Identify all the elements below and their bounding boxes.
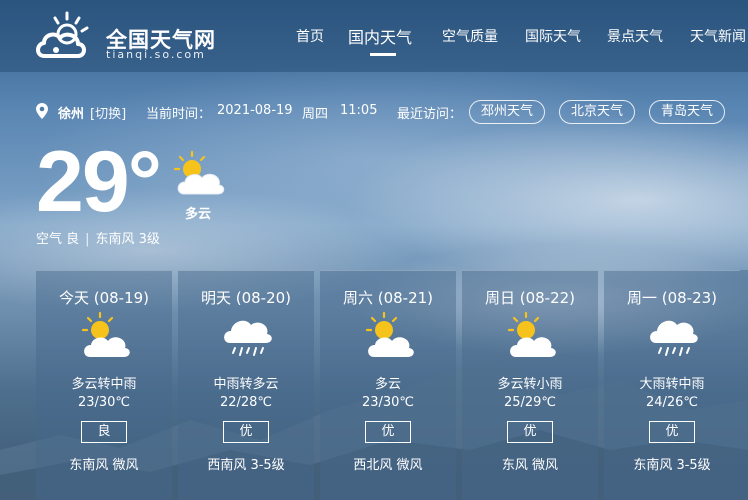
- rain-cloud-icon: [650, 320, 698, 356]
- aqi-badge: 优: [365, 421, 411, 443]
- forecast-list: 今天 (08-19) 多云转中雨 23/30℃ 良 东南风 微风 明天 (08-…: [36, 270, 748, 500]
- forecast-temperature: 23/30℃: [77, 395, 131, 410]
- recent-visit-link[interactable]: 邳州天气: [469, 100, 545, 124]
- nav-item-news[interactable]: 天气新闻: [690, 26, 746, 46]
- switch-city-link[interactable]: [切换]: [90, 103, 126, 122]
- air-quality: 空气 良: [36, 232, 80, 247]
- forecast-condition: 中雨转多云: [213, 377, 279, 392]
- forecast-card[interactable]: 明天 (08-20) 中雨转多云 22/28℃ 优 西南风 3-5级: [178, 270, 314, 500]
- forecast-wind: 东南风 3-5级: [633, 458, 711, 473]
- forecast-card-partial[interactable]: [740, 270, 748, 500]
- forecast-card[interactable]: 周日 (08-22) 多云转小雨 25/29℃ 优 东风 微风: [462, 270, 598, 500]
- partly-cloudy-icon: [365, 311, 414, 357]
- nav-active-indicator: [370, 53, 396, 56]
- forecast-wind: 东南风 微风: [69, 458, 139, 473]
- current-time: 11:05: [340, 103, 378, 118]
- aqi-badge: 优: [649, 421, 695, 443]
- forecast-condition: 多云: [374, 377, 401, 392]
- current-city: 徐州: [58, 107, 85, 122]
- aqi-badge: 优: [223, 421, 269, 443]
- forecast-card[interactable]: 周一 (08-23) 大雨转中雨 24/26℃ 优 东南风 3-5级: [604, 270, 740, 500]
- current-wind: 东南风 3级: [95, 232, 160, 247]
- top-header: 全国天气网 tianqi.so.com 首页 国内天气 空气质量 国际天气 景点…: [0, 0, 748, 72]
- forecast-temperature: 25/29℃: [503, 395, 557, 410]
- aqi-badge: 优: [507, 421, 553, 443]
- current-details: 空气 良 | 东南风 3级: [36, 232, 160, 247]
- forecast-condition: 多云转中雨: [71, 377, 137, 392]
- current-date: 2021-08-19: [217, 103, 293, 118]
- forecast-date: 周六 (08-21): [342, 289, 434, 307]
- nav-item-air-quality[interactable]: 空气质量: [442, 26, 498, 46]
- current-time-label: 当前时间：: [146, 107, 212, 122]
- rain-cloud-icon: [224, 320, 272, 356]
- forecast-temperature: 24/26℃: [645, 395, 699, 410]
- main-nav: 首页 国内天气 空气质量 国际天气 景点天气 天气新闻: [0, 0, 748, 72]
- forecast-wind: 西北风 微风: [353, 458, 423, 473]
- forecast-wind: 东风 微风: [501, 458, 559, 473]
- current-weekday: 周四: [302, 107, 329, 122]
- nav-item-scenic[interactable]: 景点天气: [607, 26, 663, 46]
- forecast-date: 今天 (08-19): [58, 289, 150, 307]
- partly-cloudy-icon: [173, 150, 225, 195]
- nav-item-international[interactable]: 国际天气: [525, 26, 581, 46]
- forecast-wind: 西南风 3-5级: [207, 458, 285, 473]
- recent-visit-link[interactable]: 青岛天气: [649, 100, 725, 124]
- forecast-card[interactable]: 今天 (08-19) 多云转中雨 23/30℃ 良 东南风 微风: [36, 270, 172, 500]
- current-condition: 多云: [185, 207, 212, 222]
- forecast-condition: 多云转小雨: [497, 377, 563, 392]
- forecast-temperature: 22/28℃: [219, 395, 273, 410]
- current-temperature: 29°: [36, 134, 162, 230]
- forecast-date: 周日 (08-22): [484, 289, 576, 307]
- forecast-date: 周一 (08-23): [626, 289, 718, 307]
- nav-item-domestic[interactable]: 国内天气: [348, 24, 412, 48]
- location-bar: 徐州 [切换] 当前时间： 2021-08-19 周四 11:05 最近访问： …: [36, 100, 748, 126]
- recent-visit-link[interactable]: 北京天气: [559, 100, 635, 124]
- forecast-date: 明天 (08-20): [200, 289, 292, 307]
- forecast-condition: 大雨转中雨: [639, 377, 705, 392]
- forecast-temperature: 23/30℃: [361, 395, 415, 410]
- aqi-badge: 良: [81, 421, 127, 443]
- partly-cloudy-icon: [507, 311, 556, 357]
- forecast-card[interactable]: 周六 (08-21) 多云 23/30℃ 优 西北风 微风: [320, 270, 456, 500]
- nav-item-home[interactable]: 首页: [296, 26, 324, 46]
- location-pin-icon: [36, 103, 48, 119]
- recent-visits-label: 最近访问：: [397, 107, 463, 122]
- partly-cloudy-icon: [81, 311, 130, 357]
